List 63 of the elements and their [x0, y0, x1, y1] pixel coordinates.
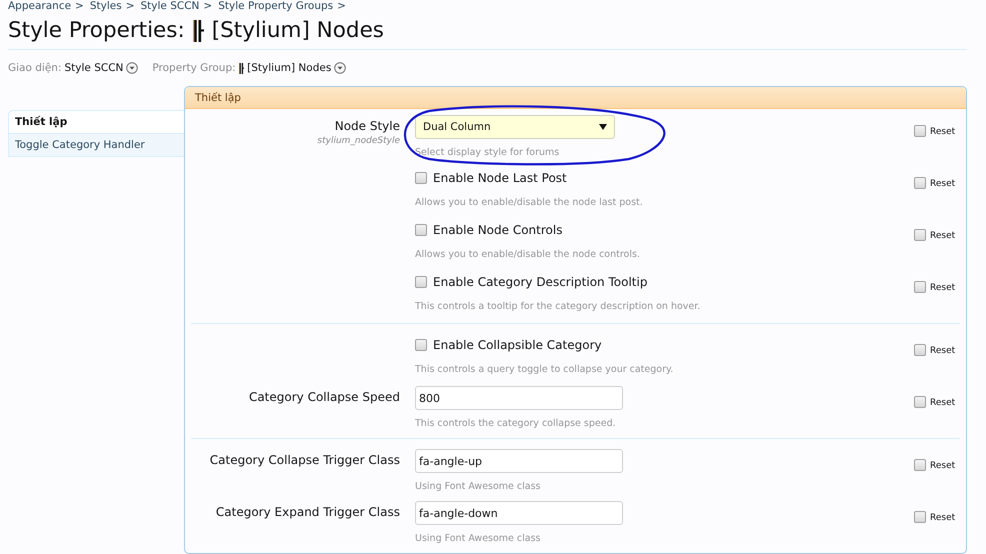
breadcrumb-link[interactable]: Style SCCN — [140, 0, 200, 13]
filter-label: Giao diện: — [8, 62, 62, 74]
reset-label[interactable]: Reset — [930, 461, 956, 471]
reset-label[interactable]: Reset — [930, 179, 956, 189]
reset-checkbox[interactable] — [914, 125, 926, 137]
checkbox-label[interactable]: Enable Category Description Tooltip — [433, 275, 648, 289]
dropdown-circle-icon[interactable] — [334, 62, 346, 74]
input-field[interactable]: 800 — [415, 386, 623, 410]
reset-checkbox[interactable] — [914, 396, 926, 408]
checkbox[interactable] — [415, 172, 427, 184]
sidebar-tab[interactable]: Thiết lập — [8, 110, 184, 134]
property-label: Category Collapse Trigger Class — [210, 453, 400, 467]
checkbox-label[interactable]: Enable Node Controls — [433, 223, 562, 237]
hint-text: Allows you to enable/disable the node last post. — [415, 197, 644, 208]
reset-label[interactable]: Reset — [930, 398, 956, 408]
reset-label[interactable]: Reset — [930, 127, 956, 137]
reset-checkbox[interactable] — [914, 177, 926, 189]
hint-text: Allows you to enable/disable the node controls. — [415, 249, 641, 260]
property-name: stylium_nodeStyle — [317, 136, 400, 146]
dropdown-arrow-icon — [599, 124, 607, 130]
breadcrumb-link[interactable]: Styles — [90, 0, 122, 13]
breadcrumb-link[interactable]: Style Property Groups — [218, 0, 334, 13]
checkbox[interactable] — [415, 339, 427, 351]
breadcrumb-separator: > — [75, 0, 84, 13]
filter-label: Property Group: — [152, 62, 236, 74]
reset-label[interactable]: Reset — [930, 513, 956, 523]
reset-label[interactable]: Reset — [930, 346, 956, 356]
page-title-group: [Stylium] Nodes — [212, 18, 384, 44]
breadcrumb-link[interactable]: Appearance — [8, 0, 72, 13]
input-field[interactable]: fa-angle-down — [415, 501, 623, 525]
checkbox-label[interactable]: Enable Node Last Post — [433, 171, 567, 185]
hint-text: This controls the category collapse speed. — [415, 418, 617, 429]
filter-value[interactable]: [Stylium] Nodes — [247, 62, 332, 74]
hint-text: This controls a query toggle to collapse your category. — [415, 364, 674, 375]
checkbox[interactable] — [415, 276, 427, 288]
filter-value[interactable]: Style SCCN — [64, 62, 124, 74]
bars-icon — [238, 62, 244, 74]
hint-text: Using Font Awesome class — [415, 533, 542, 544]
input-field[interactable]: fa-angle-up — [415, 449, 623, 473]
checkbox[interactable] — [415, 224, 427, 236]
bars-icon — [192, 20, 204, 42]
sidebar-tab[interactable]: Toggle Category Handler — [8, 134, 184, 157]
breadcrumb-separator: > — [203, 0, 212, 13]
reset-checkbox[interactable] — [914, 459, 926, 471]
property-label: Category Collapse Speed — [248, 390, 400, 404]
dropdown-circle-icon[interactable] — [126, 62, 138, 74]
reset-checkbox[interactable] — [914, 344, 926, 356]
reset-label[interactable]: Reset — [930, 231, 956, 241]
hint-text: Select display style for forums — [415, 147, 560, 158]
property-label: Node Style — [334, 119, 400, 133]
reset-label[interactable]: Reset — [930, 283, 956, 293]
panel-header: Thiết lập — [185, 87, 966, 109]
reset-checkbox[interactable] — [914, 281, 926, 293]
reset-checkbox[interactable] — [914, 229, 926, 241]
hint-text: This controls a tooltip for the category description on hover. — [415, 301, 702, 312]
select-dropdown[interactable]: Dual Column — [415, 115, 615, 139]
hint-text: Using Font Awesome class — [415, 481, 542, 492]
property-label: Category Expand Trigger Class — [216, 505, 400, 519]
breadcrumb-separator: > — [337, 0, 346, 13]
checkbox-label[interactable]: Enable Collapsible Category — [433, 338, 602, 352]
breadcrumb-separator: > — [126, 0, 135, 13]
reset-checkbox[interactable] — [914, 511, 926, 523]
page-title: Style Properties: — [8, 18, 185, 44]
